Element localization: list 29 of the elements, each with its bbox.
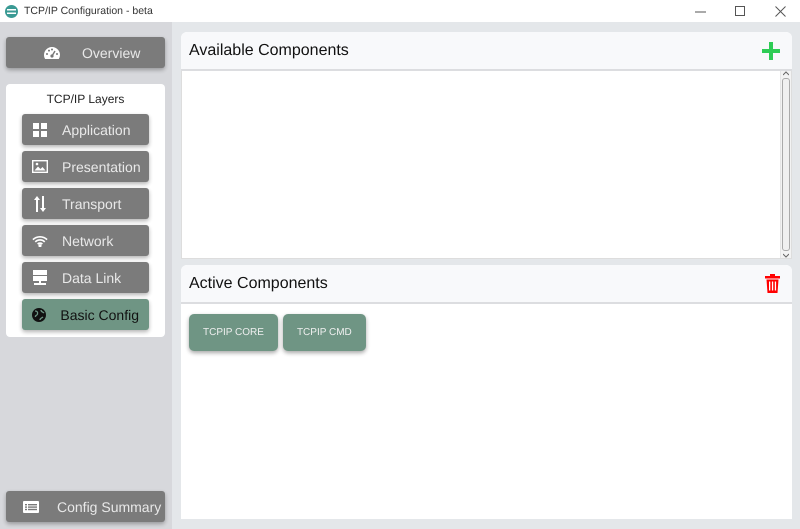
list-icon [23,500,39,512]
panel-title: Available Components [189,42,349,60]
panel-title: Active Components [189,274,328,292]
layer-button[interactable]: Network [22,225,149,256]
layer-button[interactable]: Presentation [22,151,149,182]
scroll-up-icon[interactable] [783,71,789,76]
globe-icon [32,308,46,322]
gauge-icon [43,46,61,60]
scrollbar[interactable] [780,71,791,258]
layer-button[interactable]: Data Link [22,262,149,293]
grid-icon [33,122,47,136]
layer-button[interactable]: Application [22,114,149,145]
maximize-icon[interactable] [734,6,746,16]
layer-button[interactable]: Transport [22,188,149,219]
config-summary-button[interactable]: Config Summary [6,491,165,522]
image-icon [32,160,48,173]
section-title: TCP/IP Layers [46,92,124,106]
scroll-down-icon[interactable] [783,253,789,258]
up-down-arrows-icon [34,196,46,212]
app-logo-icon [5,4,18,18]
server-icon [33,270,47,285]
component-chip[interactable]: TCPIP CORE [189,314,278,351]
wifi-icon [32,234,48,246]
overview-button[interactable]: Overview [6,37,165,68]
layer-button[interactable]: Basic Config [22,299,149,330]
component-chip[interactable]: TCPIP CMD [282,314,366,351]
close-icon[interactable] [774,6,786,16]
trash-icon[interactable] [765,274,780,293]
window-title: TCP/IP Configuration - beta [24,5,153,17]
